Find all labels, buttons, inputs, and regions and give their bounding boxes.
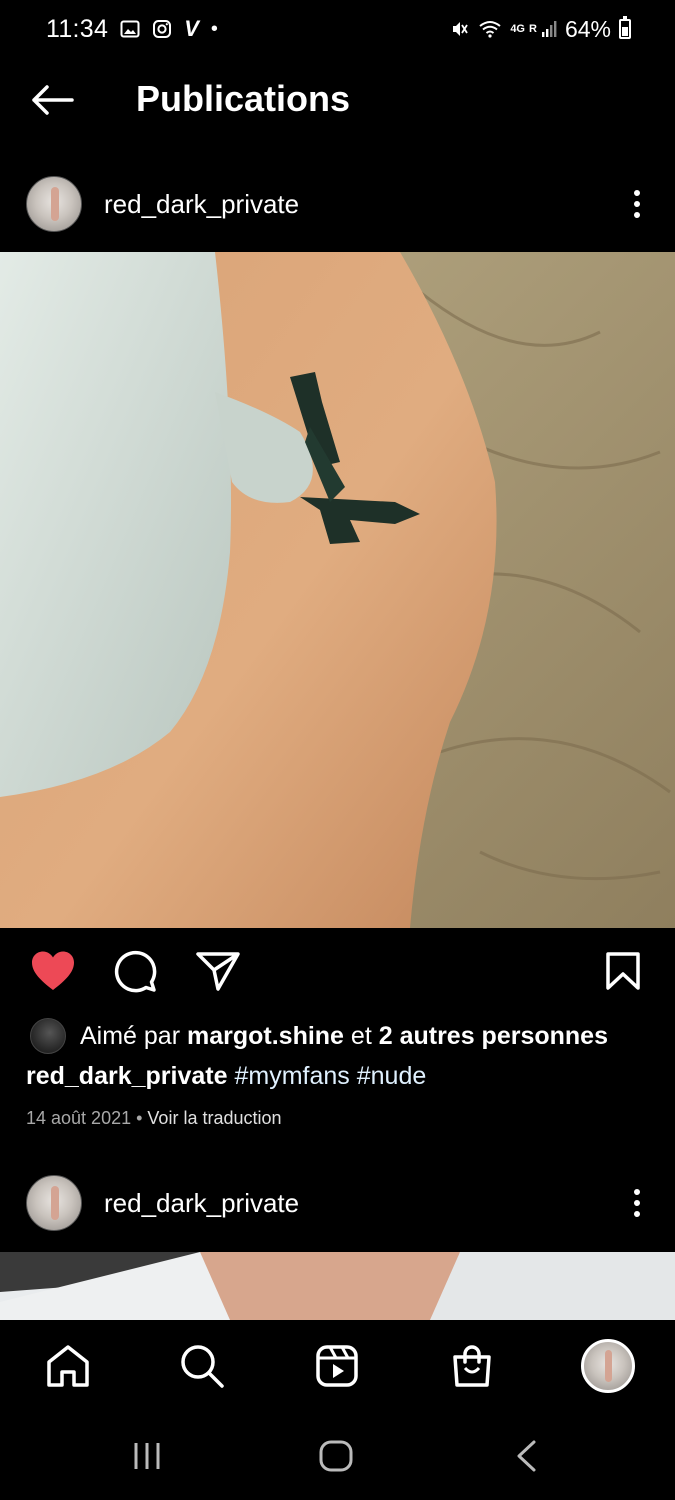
liked-by-prefix: Aimé par — [80, 1021, 187, 1050]
more-vertical-icon — [634, 190, 640, 196]
mute-icon — [453, 22, 469, 36]
nav-home[interactable] — [40, 1338, 96, 1394]
post-photo-illustration — [0, 252, 675, 928]
comment-button[interactable] — [110, 946, 160, 996]
home-icon — [47, 1345, 89, 1387]
more-options-button[interactable] — [625, 1183, 649, 1223]
status-right: 4G R 64% — [450, 16, 631, 43]
battery-percent: 64% — [564, 15, 611, 42]
recents-icon — [134, 1443, 160, 1469]
home-pill-icon — [319, 1440, 353, 1472]
post-image[interactable] — [0, 252, 675, 928]
post-photo-illustration — [0, 1252, 675, 1320]
liked-by-others[interactable]: 2 autres personnes — [379, 1022, 608, 1051]
signal-icon — [541, 21, 557, 37]
comment-icon — [114, 950, 157, 993]
nav-profile[interactable] — [580, 1338, 636, 1394]
status-time: 11:34 — [46, 14, 109, 43]
profile-avatar — [581, 1339, 635, 1393]
back-button[interactable] — [28, 80, 76, 120]
bottom-navigation — [0, 1320, 675, 1412]
avatar[interactable] — [26, 1175, 82, 1231]
post-caption: red_dark_private #mymfans #nude — [26, 1062, 426, 1091]
back-system-button[interactable] — [506, 1436, 546, 1476]
avatar[interactable] — [26, 176, 82, 232]
wifi-icon — [479, 21, 501, 38]
roaming-indicator: R — [529, 23, 537, 35]
more-vertical-icon — [634, 1189, 640, 1195]
post-header: red_dark_private — [0, 154, 675, 254]
battery-icon — [619, 16, 631, 39]
like-button[interactable] — [28, 946, 78, 996]
meta-separator: • — [131, 1108, 148, 1128]
page-header: Publications — [0, 58, 675, 142]
liked-by-user[interactable]: margot.shine — [187, 1022, 344, 1051]
more-options-button[interactable] — [625, 184, 649, 224]
bookmark-icon — [606, 952, 640, 990]
post-actions — [0, 940, 675, 1000]
search-icon — [181, 1345, 224, 1388]
reels-icon — [316, 1345, 358, 1387]
post-username[interactable]: red_dark_private — [104, 189, 299, 220]
liked-by-mid: et — [343, 1021, 379, 1050]
share-button[interactable] — [193, 946, 243, 996]
likes-summary[interactable]: Aimé par margot.shine et 2 autres person… — [30, 1016, 608, 1056]
post-header: red_dark_private — [0, 1153, 675, 1253]
system-navigation — [0, 1412, 675, 1500]
arrow-left-icon — [32, 85, 74, 115]
post-date: 14 août 2021 — [26, 1108, 132, 1128]
gallery-icon — [120, 20, 140, 38]
send-icon — [196, 952, 240, 991]
instagram-icon — [153, 20, 172, 38]
recents-button[interactable] — [127, 1436, 167, 1476]
post-meta: 14 août 2021 • Voir la traduction — [26, 1108, 282, 1129]
shop-icon — [453, 1345, 491, 1387]
post-username[interactable]: red_dark_private — [104, 1188, 299, 1219]
save-button[interactable] — [598, 946, 648, 996]
v-app-icon: V — [184, 16, 199, 41]
network-type: 4G — [510, 23, 525, 35]
notification-dot: • — [210, 17, 218, 40]
nav-search[interactable] — [174, 1338, 230, 1394]
post-image[interactable] — [0, 1252, 675, 1320]
status-left: 11:34 V • — [46, 15, 218, 44]
liker-avatar — [30, 1018, 66, 1054]
back-chevron-icon — [517, 1440, 536, 1472]
page-title: Publications — [136, 78, 351, 119]
status-bar: 11:34 V • 4G R 64% — [0, 0, 675, 58]
hashtag[interactable]: #nude — [357, 1062, 427, 1090]
home-system-button[interactable] — [316, 1436, 356, 1476]
nav-shop[interactable] — [444, 1338, 500, 1394]
nav-reels[interactable] — [309, 1338, 365, 1394]
translate-link[interactable]: Voir la traduction — [147, 1108, 281, 1128]
hashtag[interactable]: #mymfans — [234, 1062, 349, 1090]
caption-username[interactable]: red_dark_private — [26, 1062, 228, 1090]
heart-filled-icon — [32, 951, 74, 990]
